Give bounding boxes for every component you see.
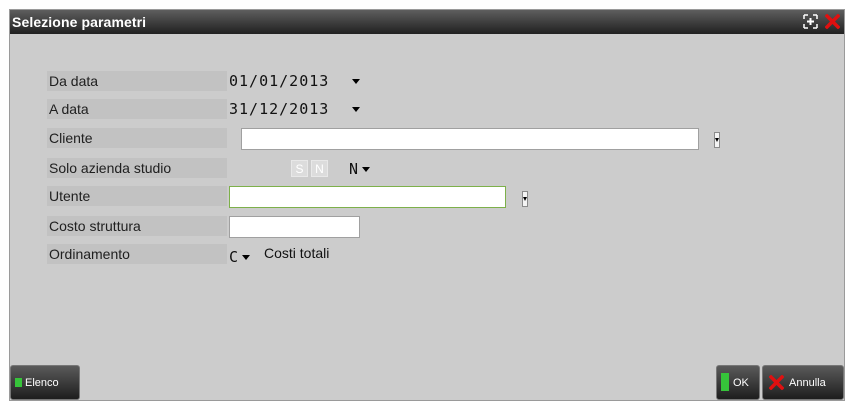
- solo-azienda-dropdown-icon[interactable]: [362, 162, 370, 176]
- label-solo-azienda: Solo azienda studio: [47, 158, 227, 178]
- label-costo-struttura: Costo struttura: [47, 216, 227, 236]
- label-ordinamento: Ordinamento: [47, 244, 227, 264]
- maximize-icon[interactable]: [803, 14, 818, 29]
- da-data-dropdown-icon[interactable]: [352, 74, 360, 88]
- ordinamento-value[interactable]: C: [229, 247, 238, 267]
- solo-azienda-value[interactable]: N: [349, 159, 358, 179]
- dialog-window: Selezione parametri Da data 01/01/2013 A…: [9, 9, 845, 401]
- label-cliente: Cliente: [47, 128, 227, 148]
- ordinamento-description: Costi totali: [264, 245, 330, 261]
- elenco-label: Elenco: [25, 377, 59, 389]
- option-s-button[interactable]: S: [291, 160, 308, 177]
- ok-button[interactable]: OK: [716, 365, 760, 400]
- elenco-button[interactable]: Elenco: [10, 365, 80, 400]
- window-title: Selezione parametri: [12, 14, 147, 30]
- ok-label: OK: [733, 377, 749, 389]
- a-data-field[interactable]: 31/12/2013: [229, 99, 329, 119]
- label-da-data: Da data: [47, 71, 227, 91]
- label-utente: Utente: [47, 186, 227, 206]
- option-n-button[interactable]: N: [311, 160, 328, 177]
- annulla-button[interactable]: Annulla: [762, 365, 844, 400]
- utente-dropdown-icon[interactable]: [522, 191, 528, 207]
- close-icon[interactable]: [824, 13, 841, 30]
- costo-struttura-input[interactable]: [229, 216, 360, 238]
- cliente-dropdown-icon[interactable]: [714, 132, 720, 148]
- cliente-input[interactable]: [241, 128, 699, 150]
- a-data-dropdown-icon[interactable]: [352, 102, 360, 116]
- ok-green-icon: [721, 373, 729, 391]
- ordinamento-dropdown-icon[interactable]: [242, 250, 250, 264]
- annulla-x-icon: [768, 374, 785, 393]
- title-bar: Selezione parametri: [10, 10, 844, 34]
- elenco-green-icon: [15, 378, 22, 387]
- annulla-label: Annulla: [789, 377, 826, 389]
- utente-input[interactable]: [229, 186, 506, 208]
- da-data-field[interactable]: 01/01/2013: [229, 71, 329, 91]
- label-a-data: A data: [47, 99, 227, 119]
